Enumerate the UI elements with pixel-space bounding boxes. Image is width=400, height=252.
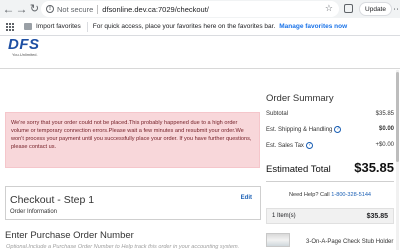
security-label: Not secure	[57, 4, 94, 14]
favorites-divider	[86, 21, 88, 32]
manage-favorites-link[interactable]: Manage favorites now	[279, 23, 347, 30]
help-prefix: Need Help? Call	[288, 192, 330, 198]
shipping-row: Est. Shipping & Handling? $0.00	[266, 126, 394, 133]
update-button[interactable]: Update	[359, 2, 392, 16]
url-text[interactable]: dfsonline.dev.ca:7029/checkout/	[102, 5, 209, 14]
dfs-logo[interactable]: DFS You.Unlimited.	[8, 36, 48, 62]
subtotal-label: Subtotal	[266, 111, 289, 117]
star-icon[interactable]: ☆	[325, 3, 333, 14]
checkout-step-subtitle: Order Information	[10, 209, 58, 215]
address-divider	[97, 4, 99, 14]
import-favorites-link[interactable]: Import favorites	[36, 23, 81, 30]
favorites-message: For quick access, place your favorites h…	[92, 23, 276, 30]
po-help-text: Optional.Include a Purchase Order Number…	[6, 244, 240, 250]
scrollbar-thumb[interactable]	[396, 72, 399, 162]
summary-divider	[266, 181, 394, 182]
refresh-icon[interactable]: ↻	[28, 1, 41, 17]
logo-tagline: You.Unlimited.	[12, 52, 38, 57]
favorites-bar: Import favorites For quick access, place…	[0, 18, 400, 36]
help-line: Need Help? Call 1-800-328-5144	[266, 192, 394, 198]
product-name[interactable]: 3-On-A-Page Check Stub Holder	[306, 238, 393, 246]
shipping-value: $0.00	[378, 126, 394, 132]
back-arrow-icon[interactable]: ←	[2, 1, 15, 17]
order-summary-title: Order Summary	[266, 93, 334, 104]
import-folder-icon[interactable]	[24, 23, 32, 30]
checkout-step-title: Checkout - Step 1	[10, 194, 95, 206]
estimated-total-row: Estimated Total $35.85	[266, 160, 394, 175]
estimated-total-label: Estimated Total	[266, 164, 331, 175]
address-bar[interactable]: ! Not secure dfsonline.dev.ca:7029/check…	[41, 1, 339, 17]
product-thumbnail[interactable]	[266, 233, 290, 247]
header-divider	[0, 68, 400, 69]
logo-text: DFS	[8, 36, 40, 53]
help-phone-link[interactable]: 1-800-328-5144	[331, 192, 371, 198]
subtotal-value: $35.85	[375, 111, 394, 117]
apps-grid-icon[interactable]	[6, 22, 14, 31]
checkout-step-card: Checkout - Step 1 Order Information Edit	[5, 186, 261, 220]
cart-items-bar[interactable]: 1 Item(s) $35.85	[266, 208, 394, 224]
tax-value: +$0.00	[375, 142, 394, 148]
order-error-alert: We're sorry that your order could not be…	[5, 112, 260, 168]
subtotal-row: Subtotal $35.85	[266, 111, 394, 117]
page-scrollbar[interactable]	[396, 70, 399, 250]
po-heading: Enter Purchase Order Number	[5, 230, 134, 241]
edit-link[interactable]: Edit	[241, 195, 252, 201]
tax-row: Est. Sales Tax? +$0.00	[266, 142, 394, 149]
info-icon[interactable]: ?	[305, 142, 313, 149]
order-summary: Order Summary Subtotal $35.85 Est. Shipp…	[266, 93, 394, 247]
estimated-total-value: $35.85	[354, 160, 394, 175]
shipping-label: Est. Shipping & Handling	[266, 127, 333, 134]
warning-icon: !	[46, 5, 54, 13]
forward-arrow-icon[interactable]: →	[15, 1, 28, 17]
tax-label: Est. Sales Tax	[266, 143, 304, 150]
browser-toolbar: ← → ↻ ! Not secure dfsonline.dev.ca:7029…	[0, 0, 400, 18]
extensions-icon[interactable]	[344, 4, 353, 13]
info-icon[interactable]: ?	[334, 126, 342, 133]
items-total: $35.85	[366, 212, 388, 220]
menu-icon[interactable]: ⋯	[393, 2, 400, 16]
items-count: 1 Item(s)	[272, 213, 296, 219]
